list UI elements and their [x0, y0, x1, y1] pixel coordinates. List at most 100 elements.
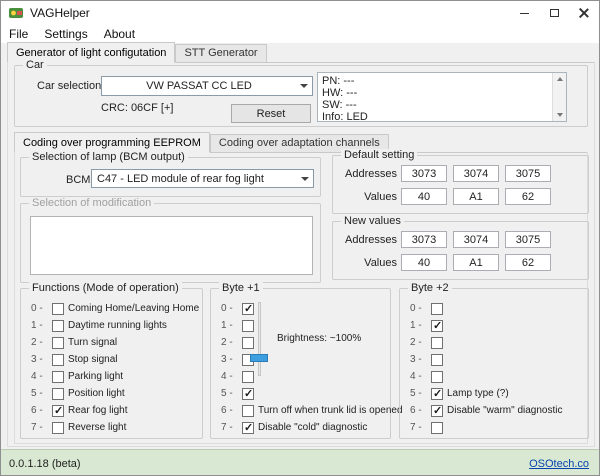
new-values-group: New values Addresses Values — [332, 221, 589, 280]
checkbox[interactable] — [52, 354, 64, 366]
lamp-selection-group: Selection of lamp (BCM output) BCM C47 -… — [20, 157, 321, 197]
default-value-1[interactable] — [401, 188, 447, 205]
car-selection-combobox[interactable]: VW PASSAT CC LED — [101, 76, 313, 96]
brightness-slider[interactable] — [249, 302, 269, 376]
window-title: VAGHelper — [30, 6, 90, 20]
checkbox[interactable] — [242, 405, 254, 417]
byte2-row: 7 - — [410, 419, 584, 436]
function-row: 0 -Coming Home/Leaving Home — [31, 300, 198, 317]
new-value-2[interactable] — [453, 254, 499, 271]
default-address-2[interactable] — [453, 165, 499, 182]
checkbox[interactable] — [431, 337, 443, 349]
maximize-icon — [550, 9, 559, 17]
app-window: VAGHelper File Settings About Generator … — [0, 0, 600, 476]
checkbox[interactable] — [52, 422, 64, 434]
byte2-row: 5 -Lamp type (?) — [410, 385, 584, 402]
checkbox[interactable] — [431, 422, 443, 434]
checkbox[interactable] — [431, 388, 443, 400]
byte1-group-label: Byte +1 — [219, 282, 263, 294]
slider-track — [258, 302, 261, 376]
default-value-3[interactable] — [505, 188, 551, 205]
new-address-3[interactable] — [505, 231, 551, 248]
byte1-row: 0 - — [221, 300, 386, 317]
reset-button[interactable]: Reset — [231, 104, 311, 123]
default-value-2[interactable] — [453, 188, 499, 205]
modification-listbox[interactable] — [30, 216, 313, 275]
byte1-group: Byte +1 0 - 1 - 2 - 3 - 4 - 5 - 6 -Turn … — [210, 288, 391, 439]
byte1-row: 5 - — [221, 385, 386, 402]
addresses-label: Addresses — [341, 168, 397, 180]
byte2-row: 1 - — [410, 317, 584, 334]
car-group-label: Car — [23, 59, 47, 71]
new-value-3[interactable] — [505, 254, 551, 271]
new-address-1[interactable] — [401, 231, 447, 248]
checkbox[interactable] — [431, 303, 443, 315]
values-label: Values — [341, 257, 397, 269]
scroll-down-icon[interactable] — [553, 109, 567, 121]
menu-about[interactable]: About — [96, 25, 143, 43]
byte2-row: 6 -Disable "warm" diagnostic — [410, 402, 584, 419]
checkbox[interactable] — [431, 354, 443, 366]
new-address-2[interactable] — [453, 231, 499, 248]
default-setting-label: Default setting — [341, 149, 417, 161]
byte2-rows: 0 - 1 - 2 - 3 - 4 - 5 -Lamp type (?) 6 -… — [410, 300, 584, 436]
version-label: 0.0.1.18 (beta) — [9, 458, 81, 470]
new-value-1[interactable] — [401, 254, 447, 271]
brightness-label: Brightness: ~100% — [277, 333, 361, 344]
car-info-panel: PN: --- HW: --- SW: --- Info: LED — [317, 72, 567, 122]
maximize-button[interactable] — [539, 1, 569, 25]
car-selection-label: Car selection — [37, 80, 101, 92]
function-row: 6 -Rear fog light — [31, 402, 198, 419]
checkbox[interactable] — [431, 371, 443, 383]
slider-thumb[interactable] — [250, 354, 268, 362]
function-row: 7 -Reverse light — [31, 419, 198, 436]
checkbox[interactable] — [52, 320, 64, 332]
functions-group-label: Functions (Mode of operation) — [29, 282, 182, 294]
crc-label: CRC: 06CF [+] — [101, 102, 173, 114]
tab-coding-eeprom[interactable]: Coding over programming EEPROM — [14, 132, 210, 153]
checkbox[interactable] — [52, 405, 64, 417]
minimize-button[interactable] — [509, 1, 539, 25]
checkbox[interactable] — [431, 320, 443, 332]
checkbox[interactable] — [52, 337, 64, 349]
function-row: 2 -Turn signal — [31, 334, 198, 351]
info-line-pn: PN: --- — [322, 75, 550, 87]
chevron-down-icon — [296, 77, 312, 95]
modification-group: Selection of modification — [20, 203, 321, 283]
modification-group-label: Selection of modification — [29, 197, 154, 209]
default-address-3[interactable] — [505, 165, 551, 182]
minimize-icon — [520, 13, 529, 14]
function-row: 5 -Position light — [31, 385, 198, 402]
byte2-row: 2 - — [410, 334, 584, 351]
checkbox[interactable] — [431, 405, 443, 417]
car-info-text: PN: --- HW: --- SW: --- Info: LED — [322, 75, 550, 123]
coding-tab-strip: Coding over programming EEPROM Coding ov… — [14, 133, 588, 153]
chevron-down-icon — [297, 170, 313, 187]
function-row: 4 -Parking light — [31, 368, 198, 385]
byte1-row: 4 - — [221, 368, 386, 385]
addresses-label: Addresses — [341, 234, 397, 246]
menu-file[interactable]: File — [1, 25, 36, 43]
byte1-row: 3 - — [221, 351, 386, 368]
byte1-rows: 0 - 1 - 2 - 3 - 4 - 5 - 6 -Turn off when… — [221, 300, 386, 436]
website-link[interactable]: OSOtech.co — [529, 458, 589, 470]
scroll-up-icon[interactable] — [553, 73, 567, 85]
info-scrollbar[interactable] — [552, 73, 566, 121]
bcm-value: C47 - LED module of rear fog light — [92, 173, 297, 185]
checkbox[interactable] — [52, 303, 64, 315]
default-address-1[interactable] — [401, 165, 447, 182]
menu-settings[interactable]: Settings — [36, 25, 95, 43]
title-bar: VAGHelper — [1, 1, 599, 25]
window-controls — [509, 1, 599, 25]
checkbox[interactable] — [242, 388, 254, 400]
checkbox[interactable] — [242, 422, 254, 434]
checkbox[interactable] — [52, 388, 64, 400]
function-row: 1 -Daytime running lights — [31, 317, 198, 334]
bcm-label: BCM — [66, 174, 90, 186]
checkbox[interactable] — [52, 371, 64, 383]
info-line-sw: SW: --- — [322, 99, 550, 111]
tab-stt-generator[interactable]: STT Generator — [175, 44, 266, 62]
default-setting-group: Default setting Addresses Values — [332, 155, 589, 214]
bcm-combobox[interactable]: C47 - LED module of rear fog light — [91, 169, 314, 188]
close-button[interactable] — [569, 1, 599, 25]
